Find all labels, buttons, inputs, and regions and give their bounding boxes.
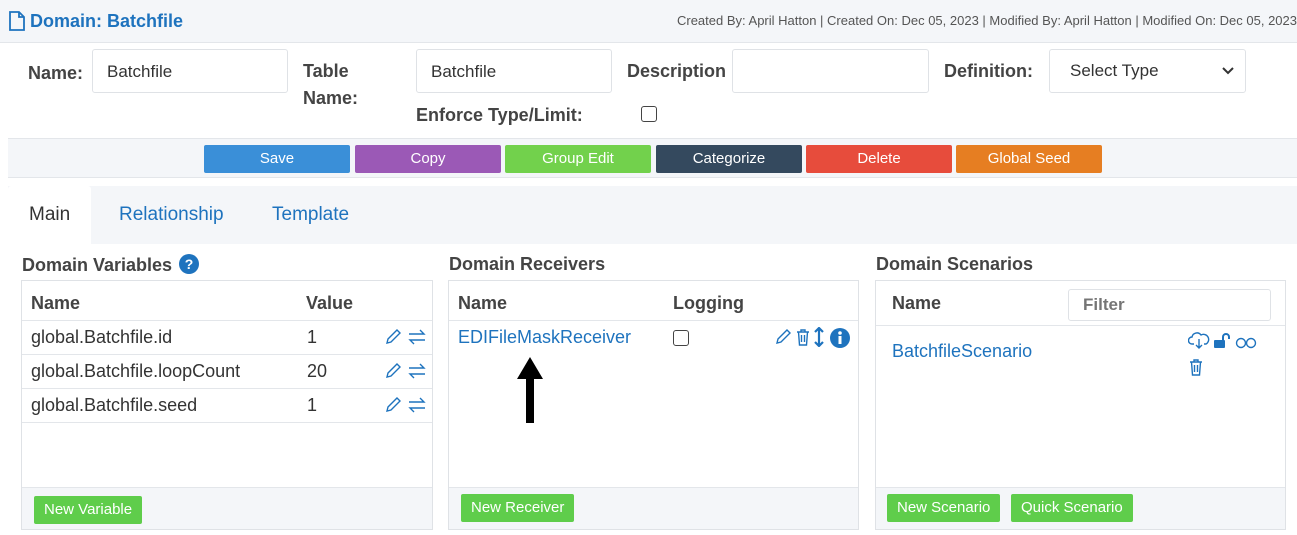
tab-template[interactable]: Template (272, 186, 349, 244)
variable-name: global.Batchfile.seed (31, 395, 198, 415)
domain-receivers-panel: Name Logging EDIFileMaskReceiver New Rec… (448, 280, 859, 530)
swap-icon[interactable] (408, 329, 426, 350)
table-name-label-line1: Table (303, 61, 349, 81)
variables-col-value: Value (306, 293, 354, 313)
save-button[interactable]: Save (204, 145, 350, 173)
sort-arrows-icon[interactable] (814, 326, 824, 352)
variable-value: 1 (307, 395, 318, 415)
variable-value: 20 (307, 361, 328, 381)
table-row: global.Batchfile.seed 1 (22, 389, 432, 423)
page-title: Domain: Batchfile (30, 11, 184, 31)
domain-scenarios-panel: Name BatchfileScenario New Scenario Quic… (875, 280, 1286, 530)
table-row: global.Batchfile.loopCount 20 (22, 355, 432, 389)
new-receiver-button[interactable]: New Receiver (461, 494, 575, 522)
variable-value: 1 (307, 327, 318, 347)
swap-icon[interactable] (408, 397, 426, 418)
domain-scenarios-title: Domain Scenarios (876, 254, 1034, 274)
domain-form: Name: Batchfile Table Name: Batchfile De… (8, 43, 1297, 138)
info-icon[interactable] (829, 327, 851, 354)
table-row: EDIFileMaskReceiver (449, 321, 858, 355)
scenario-name-link[interactable]: BatchfileScenario (892, 341, 1032, 362)
receivers-col-logging: Logging (673, 293, 744, 313)
variables-col-name: Name (31, 293, 81, 313)
table-name-input[interactable]: Batchfile (416, 49, 612, 93)
pencil-icon[interactable] (384, 396, 402, 419)
description-input[interactable] (732, 49, 929, 93)
infinity-icon[interactable] (1235, 336, 1257, 354)
pencil-icon[interactable] (384, 362, 402, 385)
copy-button[interactable]: Copy (355, 145, 501, 173)
new-variable-button[interactable]: New Variable (34, 496, 143, 524)
svg-text:?: ? (185, 256, 194, 272)
domain-variables-title-text: Domain Variables (22, 255, 173, 275)
scenarios-col-name: Name (892, 293, 942, 313)
variables-footer: New Variable (22, 487, 432, 529)
tab-main[interactable]: Main (8, 186, 92, 244)
group-edit-button[interactable]: Group Edit (505, 145, 651, 173)
receivers-col-name: Name (458, 293, 508, 313)
domain-variables-title: Domain Variables ? (22, 254, 200, 279)
domain-variables-panel: Name Value global.Batchfile.id 1 global.… (21, 280, 433, 530)
enforce-type-limit-label: Enforce Type/Limit: (416, 105, 583, 125)
trash-icon[interactable] (796, 328, 810, 351)
definition-select[interactable]: Select Type (1049, 49, 1246, 93)
receivers-footer: New Receiver (449, 487, 858, 529)
domain-receivers-title: Domain Receivers (449, 254, 606, 274)
table-row: global.Batchfile.id 1 (22, 321, 432, 355)
new-scenario-button[interactable]: New Scenario (887, 494, 1001, 522)
tab-relationship[interactable]: Relationship (119, 186, 224, 244)
logging-checkbox[interactable] (673, 330, 689, 346)
pencil-icon[interactable] (774, 328, 792, 351)
table-name-label-line2: Name: (303, 88, 359, 108)
chevron-down-icon (1221, 63, 1235, 83)
receiver-name-link[interactable]: EDIFileMaskReceiver (458, 327, 631, 348)
enforce-type-limit-checkbox[interactable] (641, 106, 657, 122)
swap-icon[interactable] (408, 363, 426, 384)
filter-input[interactable] (1068, 289, 1271, 321)
delete-button[interactable]: Delete (806, 145, 952, 173)
definition-label: Definition: (944, 61, 1033, 81)
name-input[interactable]: Batchfile (92, 49, 288, 93)
page-header: Domain: Batchfile Created By: April Hatt… (0, 0, 1297, 43)
unlock-icon[interactable] (1213, 333, 1231, 354)
quick-scenario-button[interactable]: Quick Scenario (1011, 494, 1133, 522)
description-label: Description (627, 61, 727, 81)
name-label: Name: (28, 63, 84, 83)
global-seed-button[interactable]: Global Seed (956, 145, 1102, 173)
up-arrow-annotation-icon (515, 355, 545, 430)
action-toolbar: Save Copy Group Edit Categorize Delete G… (8, 138, 1297, 178)
cloud-download-icon[interactable] (1187, 331, 1210, 354)
audit-meta: Created By: April Hatton | Created On: D… (676, 13, 1297, 28)
pencil-icon[interactable] (384, 328, 402, 351)
variable-name: global.Batchfile.loopCount (31, 361, 241, 381)
definition-selected-value: Select Type (1070, 61, 1159, 80)
document-icon (8, 11, 26, 36)
scenarios-footer: New Scenario Quick Scenario (876, 487, 1285, 529)
categorize-button[interactable]: Categorize (656, 145, 802, 173)
variable-name: global.Batchfile.id (31, 327, 173, 347)
question-circle-icon[interactable]: ? (179, 254, 200, 279)
trash-icon[interactable] (1189, 358, 1203, 381)
tab-bar: Main Relationship Template (8, 186, 1297, 244)
